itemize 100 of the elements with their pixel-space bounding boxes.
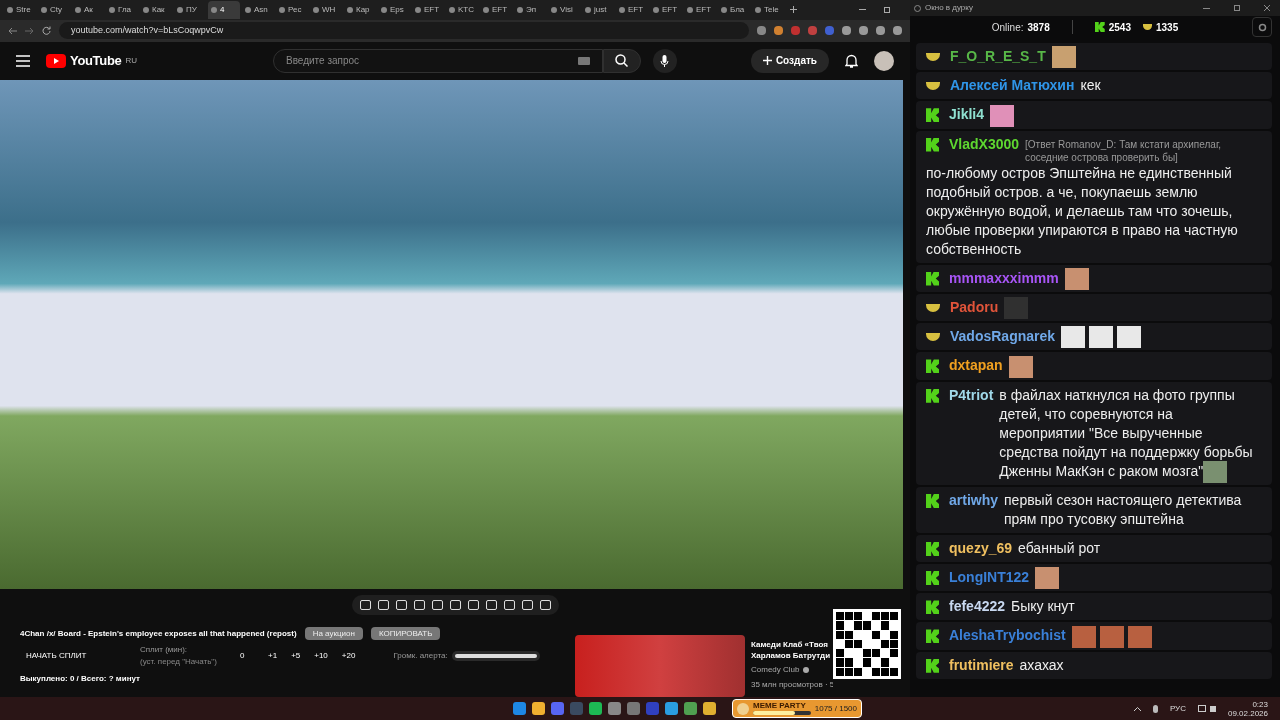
create-button[interactable]: Создать (750, 48, 829, 73)
chat-username[interactable]: VladX3000 (949, 134, 1020, 154)
taskbar-app-icon[interactable] (589, 702, 602, 715)
browser-tab[interactable]: Гла (106, 1, 138, 19)
browser-tab[interactable]: WH (310, 1, 342, 19)
microphone-button[interactable] (652, 48, 677, 73)
reload-icon[interactable] (42, 26, 51, 36)
chat-username[interactable]: mmmaxxximmm (949, 268, 1059, 288)
video-frame-placeholder[interactable] (0, 79, 903, 589)
maximize-icon[interactable] (1234, 5, 1240, 11)
avatar-icon[interactable] (874, 50, 894, 71)
address-bar[interactable]: youtube.com/watch?v=bLsCoqwpvCw (59, 22, 749, 40)
youtube-logo[interactable]: YouTube RU (46, 51, 137, 71)
increment-button[interactable]: +1 (268, 650, 278, 662)
chat-username[interactable]: Алексей Матюхин (950, 76, 1075, 96)
settings-button[interactable] (1252, 17, 1272, 37)
chat-username[interactable]: quezy_69 (949, 539, 1013, 559)
start-split-button[interactable]: НАЧАТЬ СПЛИТ (20, 650, 140, 662)
browser-tab[interactable]: Eps (378, 1, 410, 19)
chat-username[interactable]: AleshaTrybochist (949, 626, 1066, 646)
browser-tab[interactable]: Cty (38, 1, 70, 19)
bowl-count: 1335 (1155, 20, 1179, 35)
progress-text: 1075 / 1500 (814, 702, 857, 715)
panel-button[interactable]: КОПИРОВАТЬ (370, 627, 441, 640)
keyboard-icon[interactable] (577, 56, 590, 65)
microphone-icon[interactable] (1152, 704, 1158, 713)
browser-tab[interactable]: Tele (752, 1, 784, 19)
meme-widget[interactable]: MEME PARTY 1075 / 1500 (732, 699, 862, 718)
chat-message-text: Быку кнут (1011, 598, 1075, 615)
video-title[interactable]: Камеди Клаб «Твоя Харламов Батрутди (751, 639, 833, 661)
chat-username[interactable]: F_O_R_E_S_T (950, 47, 1046, 66)
browser-tab[interactable]: Stre (4, 1, 36, 19)
maximize-icon[interactable] (884, 7, 890, 13)
chevron-up-icon[interactable] (1133, 706, 1141, 711)
chat-username[interactable]: Padoru (950, 297, 999, 317)
favicon-icon (551, 7, 557, 13)
back-icon[interactable] (8, 26, 17, 35)
browser-tab[interactable]: 4 (208, 1, 240, 19)
taskbar-app-icon[interactable] (608, 702, 621, 715)
browser-tab[interactable]: Asn (242, 1, 274, 19)
increment-button[interactable]: +5 (291, 650, 301, 662)
close-icon[interactable] (1264, 5, 1270, 11)
chat-username[interactable]: VadosRagnarek (950, 327, 1056, 347)
logo-text: YouTube (70, 52, 122, 71)
search-button[interactable] (602, 48, 641, 73)
network-icon[interactable] (1197, 705, 1206, 712)
chat-username[interactable]: LongINT122 (949, 568, 1030, 588)
favicon-icon (211, 7, 217, 13)
browser-tab[interactable]: Кар (344, 1, 376, 19)
browser-tab[interactable]: KTC (446, 1, 478, 19)
menu-icon[interactable] (16, 54, 30, 67)
chat-username[interactable]: dxtapan (949, 356, 1003, 376)
browser-tab[interactable]: just (582, 1, 614, 19)
increment-button[interactable]: +10 (314, 650, 328, 662)
browser-tab[interactable]: EFT (412, 1, 444, 19)
tab-title: EFT (696, 4, 712, 16)
chat-username[interactable]: Jikli4 (949, 105, 985, 125)
taskbar-app-icon[interactable] (532, 702, 545, 715)
taskbar-app-icon[interactable] (551, 702, 564, 715)
bell-icon[interactable] (845, 53, 858, 68)
plus-icon (762, 56, 772, 66)
browser-tab[interactable]: Ак (72, 1, 104, 19)
favicon-icon (755, 7, 761, 13)
browser-tab[interactable]: Visi (548, 1, 580, 19)
browser-tab[interactable]: Рес (276, 1, 308, 19)
minimize-icon[interactable] (1203, 7, 1210, 9)
alert-volume-label: Громк. алерта: (393, 650, 448, 662)
minimize-icon[interactable] (859, 9, 866, 11)
taskbar-app-icon[interactable] (703, 702, 716, 715)
forward-icon[interactable] (25, 26, 34, 35)
chat-username[interactable]: P4triot (949, 385, 994, 405)
increment-button[interactable]: +20 (341, 650, 356, 662)
chat-username[interactable]: artiwhy (949, 491, 998, 511)
browser-tab[interactable]: Эп (514, 1, 546, 19)
online-label: Online: (991, 20, 1024, 35)
video-meta: 35 млн просмотров · 5 (751, 679, 833, 691)
favicon-icon (517, 7, 523, 13)
panel-button[interactable]: На аукцион (304, 627, 363, 640)
favicon-icon (7, 7, 13, 13)
chat-username[interactable]: fefe4222 (949, 597, 1006, 617)
browser-tab[interactable]: Бла (718, 1, 750, 19)
chat-username[interactable]: frutimiere (949, 655, 1014, 675)
browser-tab[interactable]: ПУ (174, 1, 206, 19)
video-thumbnail-placeholder[interactable] (575, 635, 745, 697)
language-indicator[interactable]: РУС (1169, 702, 1186, 715)
favicon-icon (313, 7, 319, 13)
browser-tab[interactable]: EFT (616, 1, 648, 19)
new-tab-icon[interactable] (790, 6, 797, 14)
taskbar-app-icon[interactable] (627, 702, 640, 715)
browser-tab[interactable]: EFT (480, 1, 512, 19)
browser-tab[interactable]: EFT (684, 1, 716, 19)
clock-date[interactable]: 09.02.2026 (1227, 708, 1268, 718)
search-field[interactable]: Введите запрос (272, 48, 603, 73)
browser-tab[interactable]: Как (140, 1, 172, 19)
taskbar-app-icon[interactable] (665, 702, 678, 715)
browser-tab[interactable]: EFT (650, 1, 682, 19)
taskbar-app-icon[interactable] (513, 702, 526, 715)
taskbar-app-icon[interactable] (684, 702, 697, 715)
channel-name[interactable]: Comedy Club (751, 664, 800, 676)
clock-time[interactable]: 0:23 (1252, 699, 1268, 709)
